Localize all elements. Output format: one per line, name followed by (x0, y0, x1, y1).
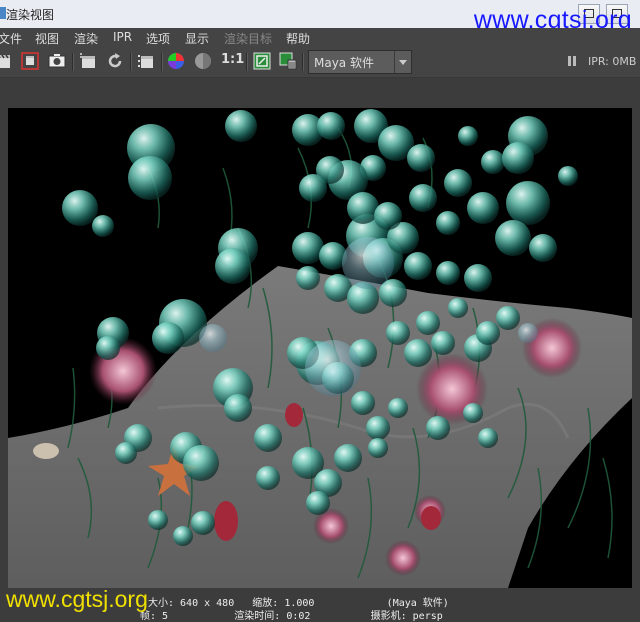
real-size-icon[interactable]: 1:1 (221, 52, 244, 67)
toolbar-separator (161, 53, 163, 71)
watermark-bottom: www.cgtsj.org (6, 586, 148, 612)
pause-icon[interactable] (568, 56, 577, 66)
info-frame-line: 帧: 5 渲染时间: 0:02 摄影机: persp (140, 611, 443, 622)
ipr-render-icon[interactable] (79, 52, 97, 70)
ipr-memory: IPR: 0MB (588, 55, 637, 68)
menu-render-target: 渲染目标 (224, 32, 273, 46)
render-region-icon[interactable] (21, 52, 39, 70)
color-channels-icon[interactable] (167, 52, 185, 70)
menu-display[interactable]: 显示 (185, 30, 209, 47)
menu-options[interactable]: 选项 (146, 30, 170, 47)
alpha-channel-icon[interactable] (194, 52, 212, 70)
render-sequence-icon[interactable] (137, 52, 155, 70)
menu-help[interactable]: 帮助 (286, 30, 310, 47)
menu-render[interactable]: 渲染 (74, 30, 98, 47)
snapshot-camera-icon[interactable] (48, 52, 66, 70)
window-title: 渲染视图 (6, 8, 55, 22)
renderer-dropdown[interactable]: Maya 软件 (308, 50, 412, 74)
clapper-icon[interactable] (0, 52, 12, 70)
render-image[interactable] (8, 108, 632, 588)
toolbar-separator (302, 53, 304, 71)
renderer-value: Maya 软件 (314, 56, 374, 70)
keep-image-icon[interactable] (253, 52, 271, 70)
menu-ipr[interactable]: IPR (113, 30, 132, 44)
menu-file[interactable]: 文件 (0, 30, 22, 47)
toolbar-separator (72, 53, 74, 71)
menu-view[interactable]: 视图 (35, 30, 59, 47)
refresh-icon[interactable] (106, 52, 124, 70)
remove-image-icon[interactable] (279, 52, 297, 70)
toolbar-separator (246, 53, 248, 71)
menu-bar: 文件 视图 渲染 IPR 选项 显示 渲染目标 帮助 (0, 28, 640, 47)
rendered-scene (8, 108, 632, 588)
chevron-down-icon[interactable] (394, 51, 411, 73)
toolbar-separator (130, 53, 132, 71)
